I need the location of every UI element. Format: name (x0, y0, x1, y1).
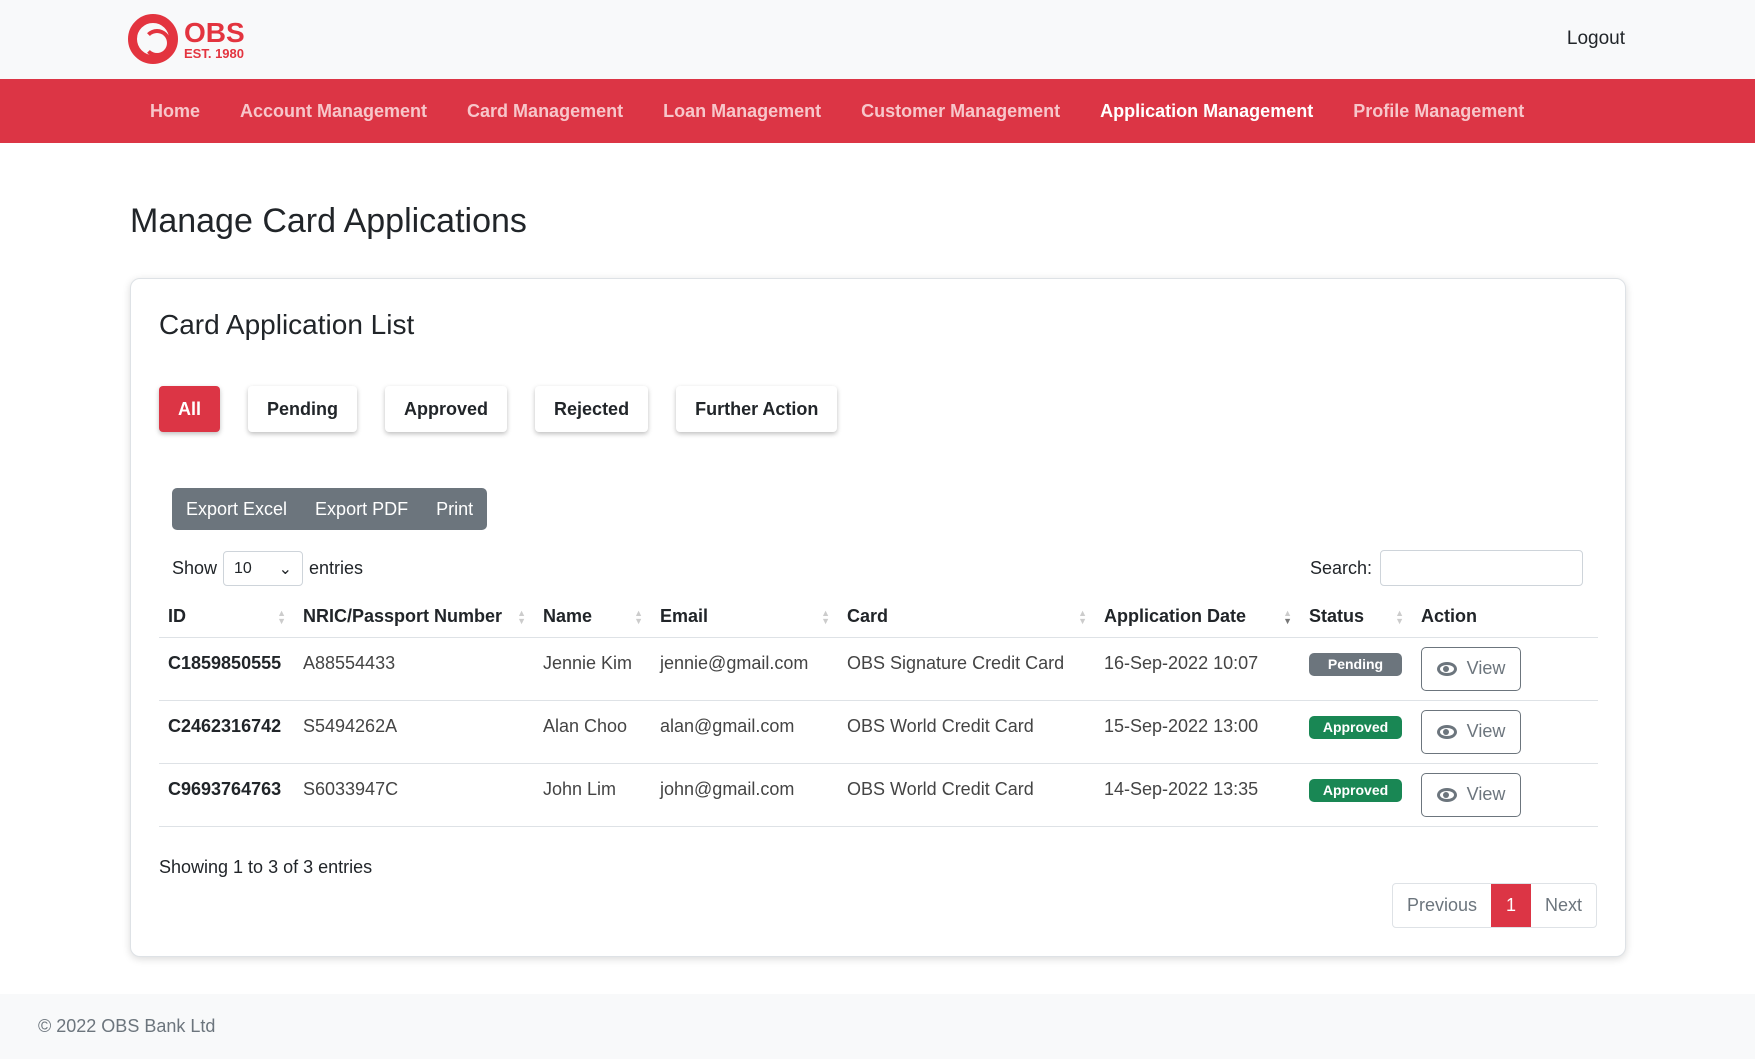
nav-profile-management[interactable]: Profile Management (1333, 101, 1544, 122)
entries-label: entries (309, 558, 364, 578)
footer: © 2022 OBS Bank Ltd (0, 994, 1755, 1059)
status-badge: Pending (1309, 652, 1402, 676)
column-id[interactable]: ID ▲ ▼ (159, 597, 294, 638)
search-control: Search: (1310, 550, 1583, 586)
view-button[interactable]: View (1421, 709, 1521, 754)
view-button[interactable]: View (1421, 646, 1521, 691)
column-status[interactable]: Status ▲ ▼ (1300, 597, 1412, 638)
cell-status: Approved (1300, 763, 1412, 827)
cell-card: OBS World Credit Card (838, 763, 1095, 827)
print-button[interactable]: Print (422, 488, 487, 530)
cell-nric: S5494262A (294, 700, 534, 764)
cell-nric: S6033947C (294, 763, 534, 827)
cell-id: C9693764763 (159, 763, 294, 827)
cell-name: Jennie Kim (534, 637, 651, 701)
filter-further-action-button[interactable]: Further Action (676, 386, 838, 432)
page-title: Manage Card Applications (130, 202, 527, 240)
status-badge: Approved (1309, 715, 1402, 739)
chevron-down-icon: ⌄ (278, 560, 293, 578)
page-1-button[interactable]: 1 (1490, 884, 1531, 927)
nav-account-management[interactable]: Account Management (220, 101, 447, 122)
eye-icon (1436, 787, 1457, 802)
logo-icon (128, 14, 178, 64)
table-row: C9693764763 S6033947C John Lim john@gmai… (159, 763, 1598, 827)
cell-id: C1859850555 (159, 637, 294, 701)
cell-action: View (1412, 763, 1598, 827)
status-badge: Approved (1309, 778, 1402, 802)
nav-home[interactable]: Home (130, 101, 220, 122)
application-list-card: Card Application List All Pending Approv… (130, 278, 1626, 957)
cell-name: Alan Choo (534, 700, 651, 764)
previous-page-button[interactable]: Previous (1393, 884, 1491, 927)
cell-date: 16-Sep-2022 10:07 (1095, 637, 1300, 701)
cell-card: OBS World Credit Card (838, 700, 1095, 764)
column-email[interactable]: Email ▲ ▼ (651, 597, 838, 638)
column-application-date[interactable]: Application Date ▲ ▼ (1095, 597, 1300, 638)
applications-table: ID ▲ ▼ NRIC/Passport Number ▲ ▼ Name ▲ ▼ Email… (159, 597, 1598, 827)
page-length-value: 10 (234, 559, 252, 577)
column-nric[interactable]: NRIC/Passport Number ▲ ▼ (294, 597, 534, 638)
eye-icon (1436, 661, 1457, 676)
show-label: Show (172, 558, 218, 578)
top-bar: OBS EST. 1980 Logout (0, 0, 1755, 79)
cell-email: jennie@gmail.com (651, 637, 838, 701)
table-info: Showing 1 to 3 of 3 entries (159, 857, 373, 877)
filter-all-button[interactable]: All (159, 386, 221, 432)
nav-customer-management[interactable]: Customer Management (841, 101, 1080, 122)
cell-date: 14-Sep-2022 13:35 (1095, 763, 1300, 827)
main-nav: Home Account Management Card Management … (0, 79, 1755, 143)
column-name[interactable]: Name ▲ ▼ (534, 597, 651, 638)
search-label: Search: (1309, 557, 1372, 578)
logout-link[interactable]: Logout (1567, 28, 1625, 50)
cell-id: C2462316742 (159, 700, 294, 764)
page-length-control: Show 10 ⌄ entries (172, 551, 363, 586)
cell-email: john@gmail.com (651, 763, 838, 827)
cell-name: John Lim (534, 763, 651, 827)
nav-loan-management[interactable]: Loan Management (643, 101, 841, 122)
export-excel-button[interactable]: Export Excel (172, 488, 301, 530)
next-page-button[interactable]: Next (1531, 884, 1596, 927)
nav-application-management[interactable]: Application Management (1080, 101, 1333, 122)
filter-pending-button[interactable]: Pending (248, 386, 358, 432)
logo-est: EST. 1980 (184, 45, 244, 61)
table-row: C1859850555 A88554433 Jennie Kim jennie@… (159, 637, 1598, 701)
logo-name: OBS (184, 16, 245, 48)
cell-nric: A88554433 (294, 637, 534, 701)
search-input[interactable] (1380, 550, 1583, 586)
pagination: Previous 1 Next (1391, 883, 1597, 928)
cell-status: Approved (1300, 700, 1412, 764)
page-length-select[interactable]: 10 ⌄ (223, 551, 304, 586)
eye-icon (1436, 724, 1457, 739)
view-button[interactable]: View (1421, 772, 1521, 817)
cell-email: alan@gmail.com (651, 700, 838, 764)
column-action: Action (1412, 597, 1598, 638)
cell-action: View (1412, 637, 1598, 701)
status-filters: All Pending Approved Rejected Further Ac… (159, 386, 838, 432)
filter-rejected-button[interactable]: Rejected (535, 386, 649, 432)
copyright: © 2022 OBS Bank Ltd (38, 1016, 216, 1036)
export-button-group: Export Excel Export PDF Print (172, 488, 488, 530)
cell-date: 15-Sep-2022 13:00 (1095, 700, 1300, 764)
cell-action: View (1412, 700, 1598, 764)
table-row: C2462316742 S5494262A Alan Choo alan@gma… (159, 700, 1598, 764)
cell-card: OBS Signature Credit Card (838, 637, 1095, 701)
nav-card-management[interactable]: Card Management (447, 101, 643, 122)
export-pdf-button[interactable]: Export PDF (301, 488, 422, 530)
cell-status: Pending (1300, 637, 1412, 701)
obs-logo[interactable]: OBS EST. 1980 (128, 14, 245, 64)
filter-approved-button[interactable]: Approved (385, 386, 508, 432)
card-title: Card Application List (159, 309, 415, 340)
column-card[interactable]: Card ▲ ▼ (838, 597, 1095, 638)
